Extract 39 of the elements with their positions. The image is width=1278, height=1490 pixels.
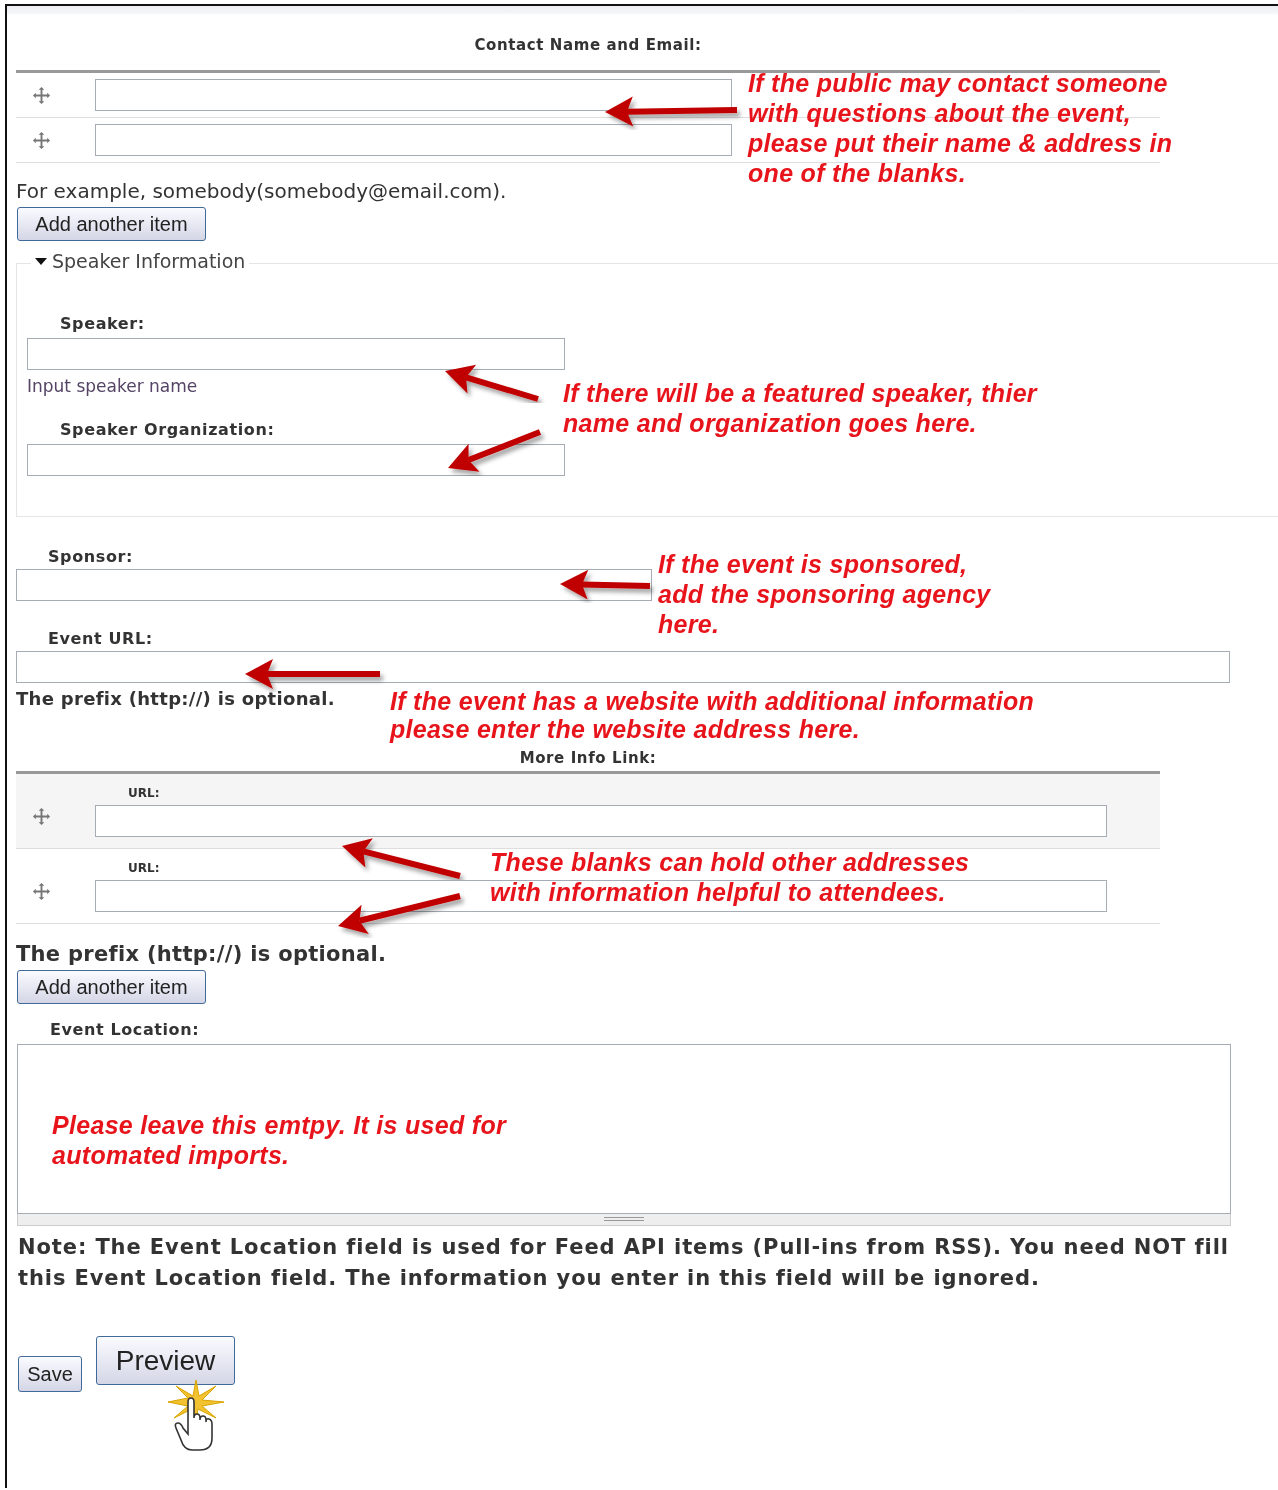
input-field[interactable]	[95, 124, 732, 156]
annotation-text: If there will be a featured speaker, thier name and organization goes here.	[563, 378, 1039, 438]
field-label: Event Location:	[50, 1020, 200, 1041]
save-button[interactable]: Save	[18, 1356, 82, 1392]
note-text: Note: The Event Location field is used for Feed API items (Pull-ins from RSS). You need NOT fill this Event Location field. The information you enter in this field will be ignored.	[18, 1234, 1230, 1292]
description-text: Input speaker name	[27, 376, 198, 398]
text-area[interactable]	[17, 1044, 1231, 1214]
table-heading: Contact Name and Email:	[473, 35, 703, 56]
annotation-text: Please leave this emtpy. It is used for automated imports.	[52, 1110, 508, 1170]
annotation-text: If the public may contact someone with questions about the event, please put their name & address in one of the blanks.	[748, 68, 1174, 188]
drag-handle-icon[interactable]	[32, 130, 51, 150]
triangle-icon[interactable]	[35, 257, 47, 265]
drag-handle-icon[interactable]	[32, 881, 51, 901]
table-heading: More Info Link:	[518, 749, 658, 769]
input-field[interactable]	[95, 805, 1107, 837]
field-label: Speaker Organization:	[60, 420, 275, 441]
field-label: URL:	[128, 786, 160, 802]
input-field[interactable]	[16, 651, 1230, 683]
annotation-text: If the event has a website with additional information please enter the website address here.	[390, 687, 1036, 743]
drag-handle-icon[interactable]	[32, 85, 51, 105]
annotation-text: If the event is sponsored, add the sponsoring agency here.	[658, 549, 992, 639]
field-label: Sponsor:	[48, 547, 133, 568]
description-text: The prefix (http://) is optional.	[16, 942, 387, 966]
add-item-button[interactable]: Add another item	[17, 970, 206, 1004]
input-field[interactable]	[95, 880, 1107, 912]
input-field[interactable]	[95, 79, 732, 111]
annotation-text: These blanks can hold other addresses with information helpful to attendees.	[490, 847, 971, 907]
resize-handle[interactable]	[17, 1214, 1231, 1226]
input-field[interactable]	[16, 569, 652, 601]
add-item-button[interactable]: Add another item	[17, 207, 206, 241]
preview-button[interactable]: Preview	[96, 1336, 235, 1385]
field-label: URL:	[128, 861, 160, 877]
drag-handle-icon[interactable]	[32, 806, 51, 826]
description-text: The prefix (http://) is optional.	[16, 688, 335, 709]
field-label: Speaker:	[60, 314, 145, 335]
input-field[interactable]	[27, 338, 565, 370]
description-text: For example, somebody(somebody@email.com).	[16, 179, 507, 203]
input-field[interactable]	[27, 444, 565, 476]
field-label: Event URL:	[48, 629, 153, 650]
